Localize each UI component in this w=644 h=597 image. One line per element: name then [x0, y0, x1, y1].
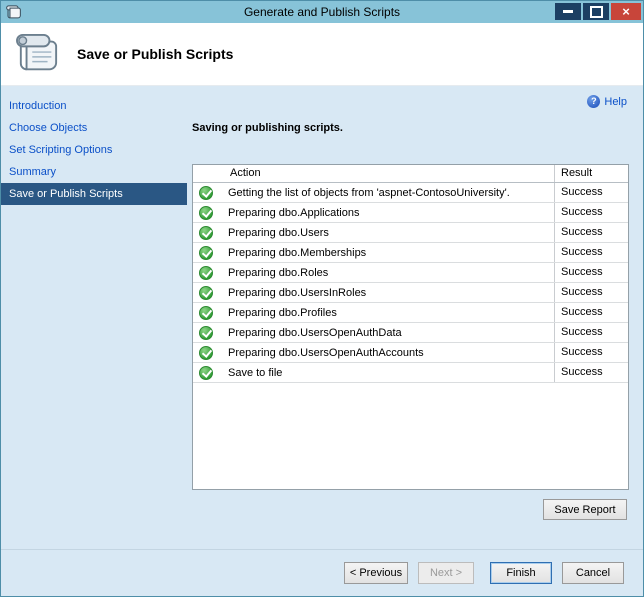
success-check-icon	[199, 306, 213, 320]
result-cell: Success	[554, 203, 628, 222]
result-cell: Success	[554, 363, 628, 382]
status-text: Saving or publishing scripts.	[192, 122, 343, 134]
sidebar-item-save-or-publish-scripts[interactable]: Save or Publish Scripts	[1, 183, 187, 205]
success-check-icon	[199, 206, 213, 220]
result-cell: Success	[554, 303, 628, 322]
result-cell: Success	[554, 243, 628, 262]
previous-button[interactable]: < Previous	[344, 562, 408, 584]
success-check-icon	[199, 366, 213, 380]
table-row[interactable]: Save to file Success	[193, 363, 628, 383]
cancel-button[interactable]: Cancel	[562, 562, 624, 584]
result-cell: Success	[554, 183, 628, 202]
result-cell: Success	[554, 263, 628, 282]
caption-buttons: ×	[555, 3, 641, 20]
footer: < Previous Next > Finish Cancel	[1, 549, 643, 596]
action-cell: Preparing dbo.Roles	[228, 267, 328, 279]
action-cell: Preparing dbo.Memberships	[228, 247, 366, 259]
footer-buttons: < Previous Next > Finish Cancel	[344, 562, 624, 584]
success-check-icon	[199, 266, 213, 280]
window-scroll-icon	[6, 5, 22, 20]
finish-button[interactable]: Finish	[490, 562, 552, 584]
column-header-action[interactable]: Action	[193, 165, 554, 182]
help-icon: ?	[587, 95, 600, 108]
wizard-window: Generate and Publish Scripts × Save or P…	[0, 0, 644, 597]
next-button: Next >	[418, 562, 474, 584]
table-row[interactable]: Preparing dbo.Roles Success	[193, 263, 628, 283]
action-cell: Preparing dbo.Applications	[228, 207, 359, 219]
sidebar-item-summary[interactable]: Summary	[1, 161, 187, 183]
page-title: Save or Publish Scripts	[77, 46, 233, 62]
action-cell: Preparing dbo.UsersInRoles	[228, 287, 366, 299]
table-row[interactable]: Preparing dbo.UsersInRoles Success	[193, 283, 628, 303]
scroll-icon	[15, 33, 61, 75]
table-row[interactable]: Preparing dbo.UsersOpenAuthAccounts Succ…	[193, 343, 628, 363]
table-row[interactable]: Preparing dbo.UsersOpenAuthData Success	[193, 323, 628, 343]
action-cell: Preparing dbo.Users	[228, 227, 329, 239]
sidebar: Introduction Choose Objects Set Scriptin…	[1, 86, 187, 549]
help-link[interactable]: ? Help	[587, 95, 627, 108]
action-cell: Preparing dbo.UsersOpenAuthData	[228, 327, 402, 339]
success-check-icon	[199, 226, 213, 240]
action-cell: Preparing dbo.UsersOpenAuthAccounts	[228, 347, 424, 359]
success-check-icon	[199, 286, 213, 300]
success-check-icon	[199, 346, 213, 360]
result-cell: Success	[554, 223, 628, 242]
column-header-result[interactable]: Result	[554, 165, 628, 182]
result-cell: Success	[554, 283, 628, 302]
window-title: Generate and Publish Scripts	[244, 5, 400, 19]
results-table: Action Result Getting the list of object…	[192, 164, 629, 490]
table-row[interactable]: Preparing dbo.Applications Success	[193, 203, 628, 223]
success-check-icon	[199, 246, 213, 260]
action-cell: Preparing dbo.Profiles	[228, 307, 337, 319]
sidebar-item-set-scripting-options[interactable]: Set Scripting Options	[1, 139, 187, 161]
table-row[interactable]: Preparing dbo.Users Success	[193, 223, 628, 243]
close-button[interactable]: ×	[611, 3, 641, 20]
help-label: Help	[604, 96, 627, 108]
sidebar-item-choose-objects[interactable]: Choose Objects	[1, 117, 187, 139]
success-check-icon	[199, 186, 213, 200]
table-row[interactable]: Getting the list of objects from 'aspnet…	[193, 183, 628, 203]
table-header-row: Action Result	[193, 165, 628, 183]
success-check-icon	[199, 326, 213, 340]
result-cell: Success	[554, 323, 628, 342]
main-content: ? Help Saving or publishing scripts. Act…	[187, 86, 643, 549]
titlebar[interactable]: Generate and Publish Scripts ×	[1, 1, 643, 23]
table-row[interactable]: Preparing dbo.Memberships Success	[193, 243, 628, 263]
wizard-header: Save or Publish Scripts	[1, 23, 643, 86]
minimize-button[interactable]	[555, 3, 581, 20]
maximize-button[interactable]	[583, 3, 609, 20]
action-cell: Save to file	[228, 367, 282, 379]
sidebar-item-introduction[interactable]: Introduction	[1, 95, 187, 117]
result-cell: Success	[554, 343, 628, 362]
save-report-button[interactable]: Save Report	[543, 499, 627, 520]
action-cell: Getting the list of objects from 'aspnet…	[228, 187, 510, 199]
table-row[interactable]: Preparing dbo.Profiles Success	[193, 303, 628, 323]
